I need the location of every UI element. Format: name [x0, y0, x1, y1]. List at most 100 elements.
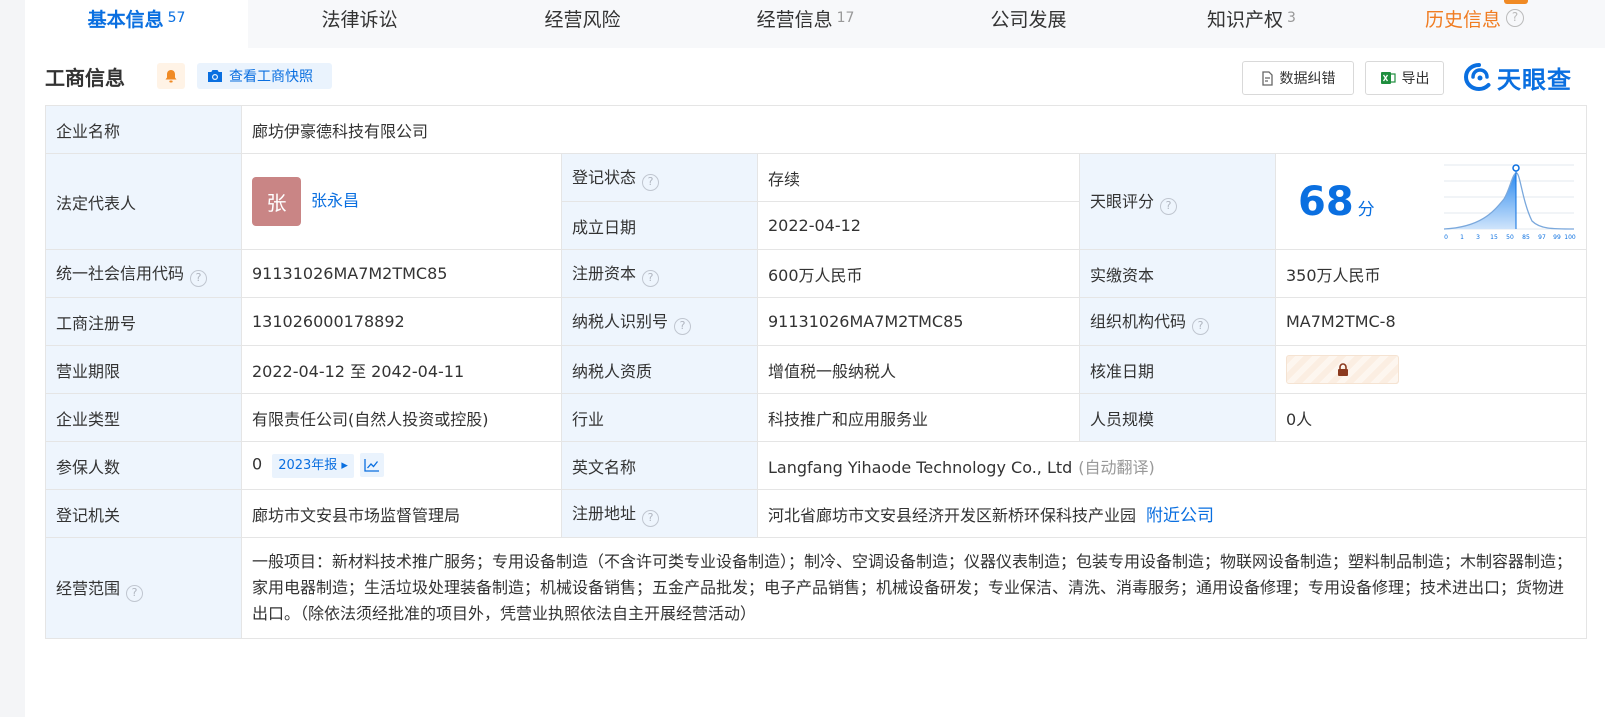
paid-capital-label: 实缴资本 [1079, 249, 1276, 298]
industry-label: 行业 [561, 393, 758, 442]
score-cell[interactable]: 68 分 0 1 3 15 50 85 97 99 100 [1274, 153, 1588, 250]
org-code-label-cell: 组织机构代码? [1079, 297, 1276, 346]
scope-label-cell: 经营范围? [45, 537, 242, 639]
score-distribution-chart: 0 1 3 15 50 85 97 99 100 [1444, 163, 1576, 241]
chart-tick: 0 [1444, 234, 1448, 241]
page: 基本信息 57 法律诉讼 经营风险 经营信息 17 公司发展 知识产权 3 历史… [25, 0, 1605, 717]
chart-tick: 100 [1564, 234, 1576, 241]
eye-logo-icon [1464, 63, 1491, 91]
address-label-cell: 注册地址? [561, 489, 758, 538]
insured-label: 参保人数 [45, 441, 242, 490]
tab-basic-info[interactable]: 基本信息 57 [25, 0, 248, 48]
legal-rep-label: 法定代表人 [45, 153, 242, 250]
taxpayer-id-label-cell: 纳税人识别号? [561, 297, 758, 346]
company-type: 有限责任公司(自然人投资或控股) [241, 393, 562, 442]
table-row: 营业期限 2022-04-12 至 2042-04-11 纳税人资质 增值税一般… [45, 345, 1588, 394]
credit-code: 91131026MA7M2TMC85 [241, 249, 562, 298]
taxpayer-qual-label: 纳税人资质 [561, 345, 758, 394]
help-icon[interactable]: ? [190, 270, 208, 287]
tab-count: 17 [836, 10, 855, 26]
tab-history[interactable]: 历史信息 ? [1363, 0, 1586, 48]
chart-tick: 85 [1522, 234, 1530, 241]
type-label: 企业类型 [45, 393, 242, 442]
tab-risk[interactable]: 经营风险 [471, 0, 694, 48]
insured-cell: 0 2023年报 ▸ [241, 441, 562, 490]
avatar[interactable]: 张 [252, 177, 301, 226]
legal-rep-link[interactable]: 张永昌 [311, 191, 359, 210]
staff: 0人 [1274, 393, 1588, 442]
english-name-cell: Langfang Yihaode Technology Co., Ltd (自动翻… [756, 441, 1588, 490]
score-label: 天眼评分 [1090, 192, 1155, 211]
reg-status-label-cell: 登记状态? [561, 153, 758, 202]
snapshot-button[interactable]: 查看工商快照 [197, 63, 332, 89]
tab-ip[interactable]: 知识产权 3 [1140, 0, 1363, 48]
tab-legal[interactable]: 法律诉讼 [248, 0, 471, 48]
found-date-label: 成立日期 [561, 201, 758, 250]
industry: 科技推广和应用服务业 [757, 393, 1080, 442]
help-icon[interactable]: ? [126, 584, 144, 602]
business-info-table: 企业名称 廊坊伊豪德科技有限公司 法定代表人 张张永昌 登记状态? 存续 天眼评… [45, 105, 1588, 639]
tab-label: 历史信息 [1424, 8, 1501, 31]
table-row: 法定代表人 张张永昌 登记状态? 存续 天眼评分? 68 分 0 1 3 15 … [45, 153, 1588, 250]
reg-capital-label: 注册资本 [572, 264, 637, 283]
english-name: Langfang Yihaode Technology Co., Ltd [768, 457, 1073, 477]
table-row: 统一社会信用代码? 91131026MA7M2TMC85 注册资本? 600万人… [45, 249, 1588, 298]
business-scope: 一般项目：新材料技术推广服务；专用设备制造（不含许可类专业设备制造）；制冷、空调… [252, 552, 1573, 623]
help-icon[interactable]: ? [642, 270, 660, 287]
excel-icon [1380, 72, 1396, 84]
chart-tick: 15 [1490, 234, 1498, 241]
export-button[interactable]: 导出 [1365, 61, 1444, 95]
table-row: 参保人数 0 2023年报 ▸ 英文名称 Langfang Yihaode Tec… [45, 441, 1588, 490]
help-icon[interactable]: ? [1506, 9, 1524, 27]
staff-label: 人员规模 [1079, 393, 1276, 442]
chart-tick: 3 [1476, 234, 1480, 241]
english-name-label: 英文名称 [561, 441, 758, 490]
help-icon[interactable]: ? [642, 174, 660, 191]
annual-report-tag[interactable]: 2023年报 ▸ [272, 453, 354, 478]
legal-rep-cell: 张张永昌 [241, 153, 562, 250]
tab-label: 经营风险 [544, 8, 621, 31]
vip-locked-field[interactable] [1286, 355, 1399, 384]
score-unit: 分 [1357, 199, 1375, 220]
taxpayer-id: 91131026MA7M2TMC85 [757, 297, 1080, 346]
authority: 廊坊市文安县市场监督管理局 [241, 489, 562, 538]
scope-label: 经营范围 [56, 578, 121, 598]
tab-label: 经营信息 [756, 8, 833, 31]
score-value: 68 [1298, 178, 1354, 225]
address-label: 注册地址 [572, 504, 637, 523]
tab-label: 公司发展 [990, 8, 1067, 31]
tab-label: 法律诉讼 [321, 8, 398, 31]
help-icon[interactable]: ? [1160, 198, 1178, 215]
tab-business[interactable]: 经营信息 17 [694, 0, 917, 48]
auto-translate-note: (自动翻译) [1078, 457, 1155, 477]
authority-label: 登记机关 [45, 489, 242, 538]
table-row: 登记机关 廊坊市文安县市场监督管理局 注册地址? 河北省廊坊市文安县经济开发区新… [45, 489, 1588, 538]
table-row: 企业类型 有限责任公司(自然人投资或控股) 行业 科技推广和应用服务业 人员规模… [45, 393, 1588, 442]
credit-code-label: 统一社会信用代码 [56, 264, 185, 283]
help-icon[interactable]: ? [1192, 318, 1210, 335]
brand-logo: 天眼查 [1464, 62, 1572, 94]
nearby-companies-link[interactable]: 附近公司 [1146, 506, 1214, 526]
help-icon[interactable]: ? [674, 318, 692, 335]
help-icon[interactable]: ? [642, 510, 660, 527]
tab-development[interactable]: 公司发展 [917, 0, 1140, 48]
tab-bar: 基本信息 57 法律诉讼 经营风险 经营信息 17 公司发展 知识产权 3 历史… [25, 0, 1605, 48]
tab-label: 基本信息 [87, 8, 164, 31]
lock-icon [1337, 363, 1348, 376]
org-code-label: 组织机构代码 [1090, 312, 1187, 331]
data-correct-button[interactable]: 数据纠错 [1242, 61, 1354, 95]
approve-date-cell [1274, 345, 1588, 394]
chart-tick: 99 [1553, 234, 1561, 241]
address-cell: 河北省廊坊市文安县经济开发区新桥环保科技产业园 附近公司 [756, 489, 1588, 538]
camera-icon [208, 70, 222, 82]
address: 河北省廊坊市文安县经济开发区新桥环保科技产业园 [768, 506, 1137, 525]
tab-count: 3 [1287, 10, 1296, 26]
taxpayer-id-label: 纳税人识别号 [572, 312, 669, 331]
org-code: MA7M2TMC-8 [1274, 297, 1588, 346]
trend-chart-icon[interactable] [359, 453, 384, 478]
term: 2022-04-12 至 2042-04-11 [241, 345, 562, 394]
data-correct-label: 数据纠错 [1279, 71, 1336, 87]
bell-icon[interactable] [157, 63, 185, 89]
reg-capital: 600万人民币 [757, 249, 1080, 298]
export-label: 导出 [1401, 71, 1430, 87]
